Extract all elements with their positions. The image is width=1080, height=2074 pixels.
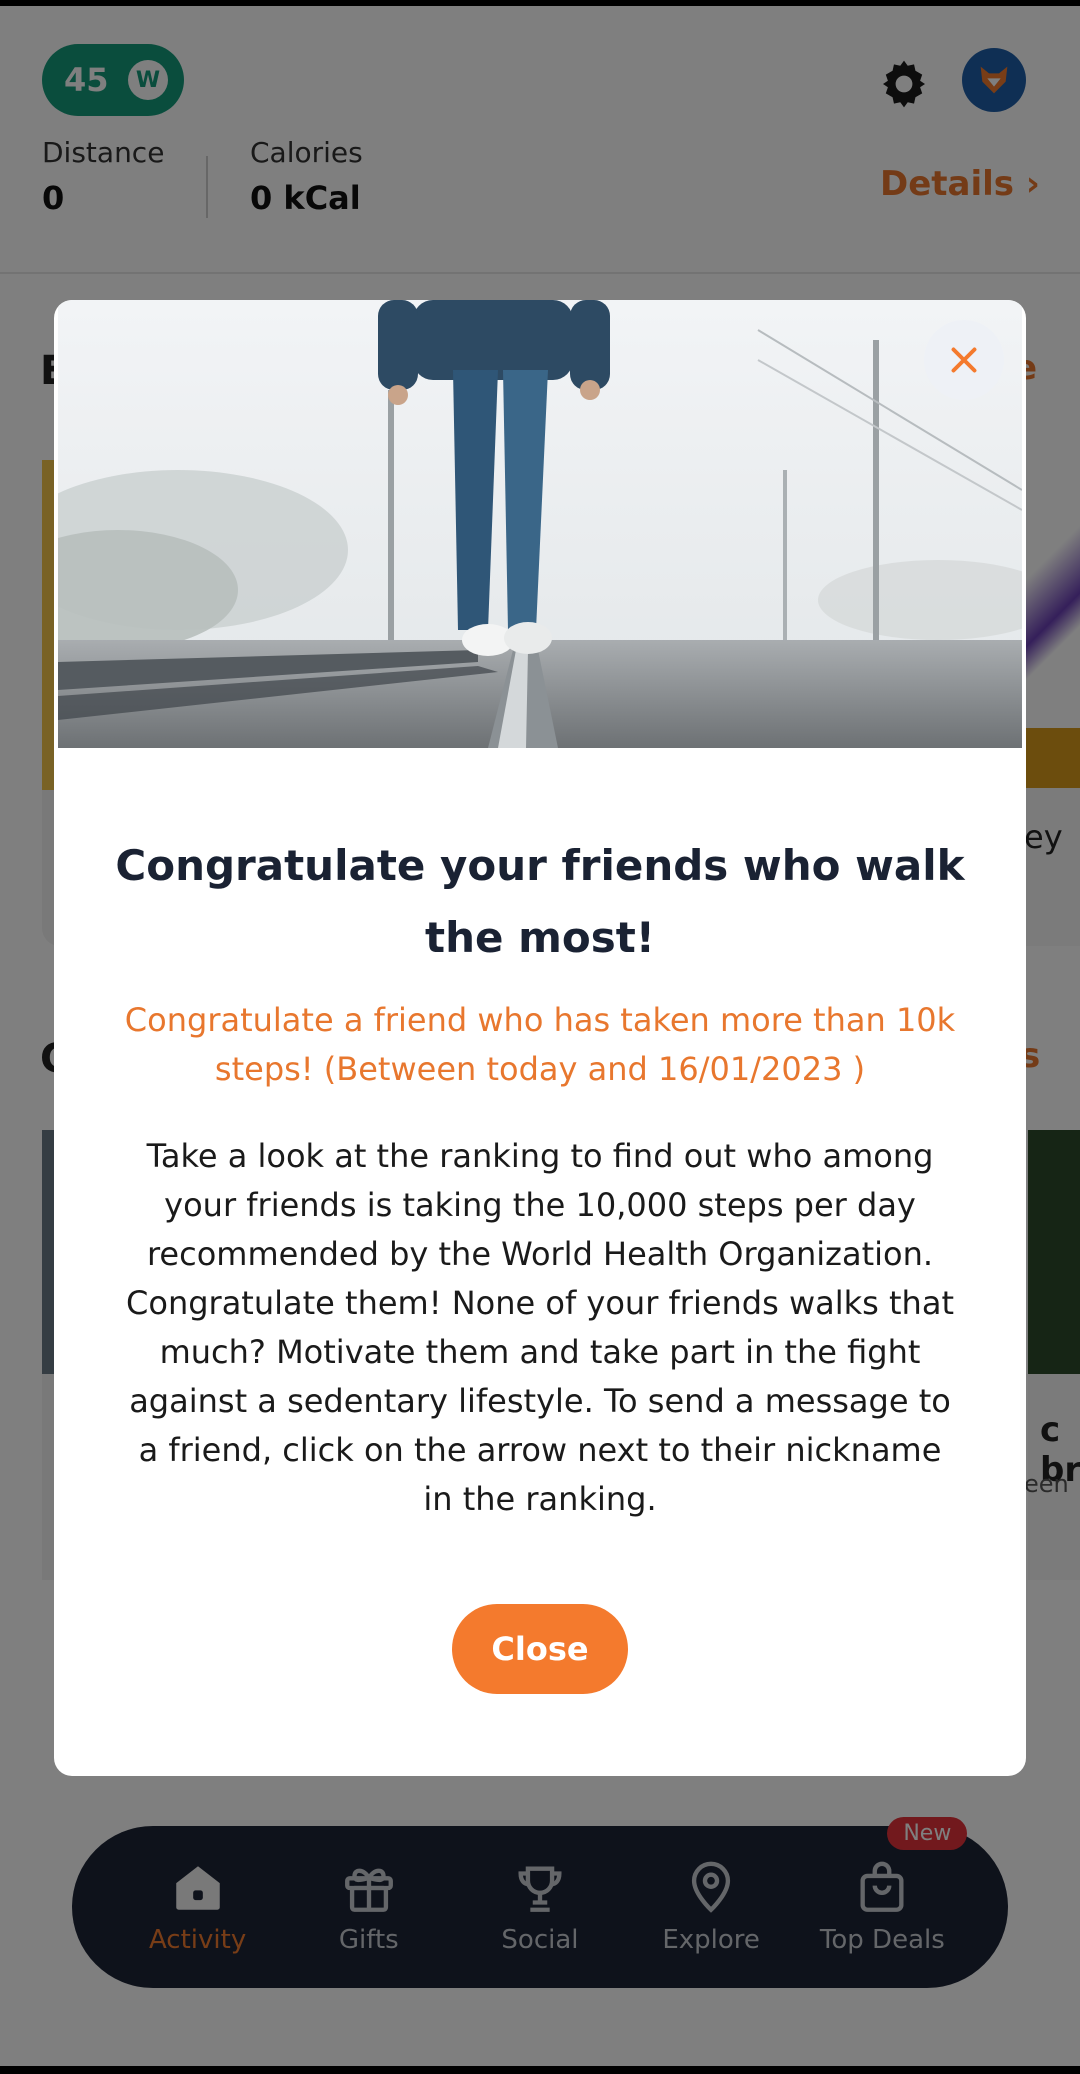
walking-on-rail-photo	[58, 300, 1022, 748]
dialog-title: Congratulate your friends who walk the m…	[115, 841, 965, 962]
close-button[interactable]: Close	[452, 1604, 628, 1694]
congratulate-friends-dialog: Congratulate your friends who walk the m…	[54, 300, 1026, 1776]
close-icon[interactable]	[924, 320, 1004, 400]
dialog-body-text: Take a look at the ranking to find out w…	[126, 1137, 954, 1518]
screen-bottom-edge	[0, 2066, 1080, 2074]
dialog-subtitle: Congratulate a friend who has taken more…	[124, 1001, 956, 1088]
